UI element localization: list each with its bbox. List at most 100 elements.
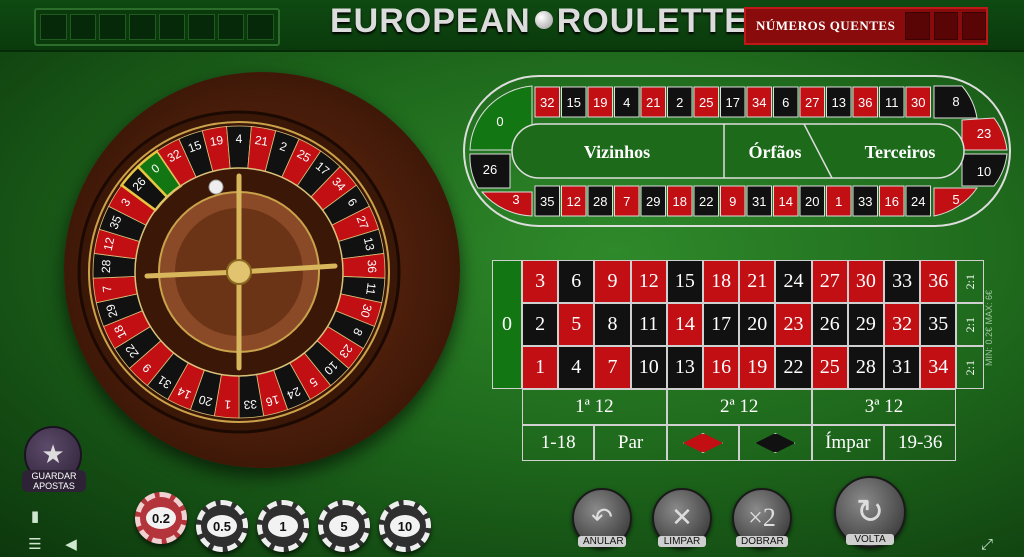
undo-label: ANULAR [578,536,626,547]
sound-icon[interactable]: ◀ [60,533,82,555]
dozen-bet-cell[interactable]: 3ª 12 [811,389,957,425]
racetrack-number: 4 [623,95,630,110]
cell-label: Ímpar [825,432,871,453]
racetrack-number: 20 [805,194,819,209]
number-cell[interactable]: 24 [775,260,812,303]
dozen-bet-cell[interactable]: 1ª 12 [522,389,667,425]
cell-label: 0 [502,313,512,335]
number-cell[interactable]: 11 [630,303,667,346]
cell-label: 14 [674,313,695,335]
section-orfaos[interactable]: Órfãos [749,141,802,162]
number-cell[interactable]: 30 [847,260,884,303]
number-cell[interactable]: 10 [630,346,667,389]
dozen-bet-cell[interactable]: 2ª 12 [666,389,812,425]
cell-label: 29 [855,313,876,335]
number-cell[interactable]: 19 [739,346,776,389]
fullscreen-icon[interactable]: ⤢ [976,533,998,555]
number-cell[interactable]: 36 [920,260,957,303]
number-cell[interactable]: 2 [522,303,559,346]
number-cell[interactable]: 34 [920,346,957,389]
wheel-number: 19 [209,133,225,149]
even-money-cell[interactable]: Par [594,425,667,461]
hot-number-slot [961,12,986,40]
betting-table[interactable]: 0 3 6 9 12 15 18 21 24 27 30 33 36 2 5 8 11 14 17 20 23 26 29 3… [492,260,985,464]
column-bet-cell[interactable]: 2:1 [956,260,985,303]
number-cell[interactable]: 3 [522,260,559,303]
section-terceiros[interactable]: Terceiros [865,142,936,162]
number-cell[interactable]: 29 [847,303,884,346]
history-slot [158,14,186,40]
chip-0.5[interactable]: 0.5 [196,500,248,552]
number-cell[interactable]: 12 [630,260,667,303]
number-cell[interactable]: 6 [558,260,595,303]
racetrack-graphic[interactable]: 32 15 19 4 21 2 25 17 34 6 27 13 36 11 3035 12 28 7 29 18 22… [462,74,1012,228]
red-diamond-icon [682,433,723,453]
red-bet-cell[interactable] [666,425,740,461]
racetrack-number: 16 [885,194,899,209]
number-cell[interactable]: 28 [847,346,884,389]
racetrack-number: 25 [699,95,713,110]
number-cell[interactable]: 4 [558,346,595,389]
number-cell[interactable]: 13 [666,346,703,389]
clear-label: LIMPAR [658,536,706,547]
wheel-number: 21 [254,133,270,149]
cell-label: 1 [535,356,546,378]
even-money-cell[interactable]: 19-36 [884,425,957,461]
number-cell[interactable]: 35 [920,303,957,346]
wheel-graphic: 032 15 19 4 21 2 25173462713361130823105241633… [77,110,401,434]
number-cell[interactable]: 16 [703,346,740,389]
number-cell[interactable]: 32 [884,303,921,346]
number-cell[interactable]: 31 [884,346,921,389]
cell-label: 3ª 12 [864,396,904,417]
double-label: DOBRAR [736,536,788,547]
menu-icon[interactable]: ☰ [24,533,46,555]
history-slot [188,14,215,40]
number-cell[interactable]: 15 [666,260,703,303]
number-cell[interactable]: 17 [703,303,740,346]
history-slot [40,14,67,40]
stats-icon[interactable]: ▮ [24,505,46,527]
chip-5[interactable]: 5 [318,500,370,552]
chip-10[interactable]: 10 [379,500,431,552]
black-diamond-icon [755,433,796,453]
star-icon: ★ [41,440,65,469]
number-cell[interactable]: 22 [775,346,812,389]
hot-numbers-label: NÚMEROS QUENTES [756,18,896,33]
number-cell[interactable]: 5 [558,303,595,346]
racetrack[interactable]: 32 15 19 4 21 2 25 17 34 6 27 13 36 11 30 35 12 28 7 29 18 22… [462,74,1012,228]
cell-label: 19 [747,356,768,378]
number-cell[interactable]: 9 [594,260,631,303]
number-cell[interactable]: 14 [666,303,703,346]
number-cell[interactable]: 18 [703,260,740,303]
black-bet-cell[interactable] [739,425,812,461]
number-cell[interactable]: 20 [739,303,776,346]
table-limits: MIN: 0.2€ MAX: 6€ [984,290,994,367]
number-cell[interactable]: 33 [884,260,921,303]
chip-1[interactable]: 1 [257,500,309,552]
number-cell[interactable]: 25 [811,346,848,389]
result-history [34,8,280,46]
racetrack-number: 24 [911,194,925,209]
even-money-cell[interactable]: Ímpar [811,425,884,461]
chip-value: 5 [329,515,359,537]
chip-0.2[interactable]: 0.2 [135,492,187,544]
column-bet-cell[interactable]: 2:1 [956,303,985,346]
number-cell[interactable]: 21 [739,260,776,303]
number-cell[interactable]: 23 [775,303,812,346]
number-cell[interactable]: 7 [594,346,631,389]
cell-label: 31 [892,356,913,378]
number-cell[interactable]: 26 [811,303,848,346]
column-bet-cell[interactable]: 2:1 [956,346,985,389]
racetrack-number: 29 [646,194,660,209]
zero-cell[interactable]: 0 [492,260,522,389]
number-cell[interactable]: 8 [594,303,631,346]
even-money-cell[interactable]: 1-18 [522,425,595,461]
number-cell[interactable]: 1 [522,346,559,389]
hot-numbers-panel[interactable]: NÚMEROS QUENTES [744,7,988,45]
cell-label: Par [617,432,644,453]
cell-label: 1-18 [540,432,576,453]
racetrack-cell[interactable] [480,191,533,217]
section-vizinhos[interactable]: Vizinhos [584,142,650,162]
racetrack-number: 14 [779,194,793,209]
number-cell[interactable]: 27 [811,260,848,303]
